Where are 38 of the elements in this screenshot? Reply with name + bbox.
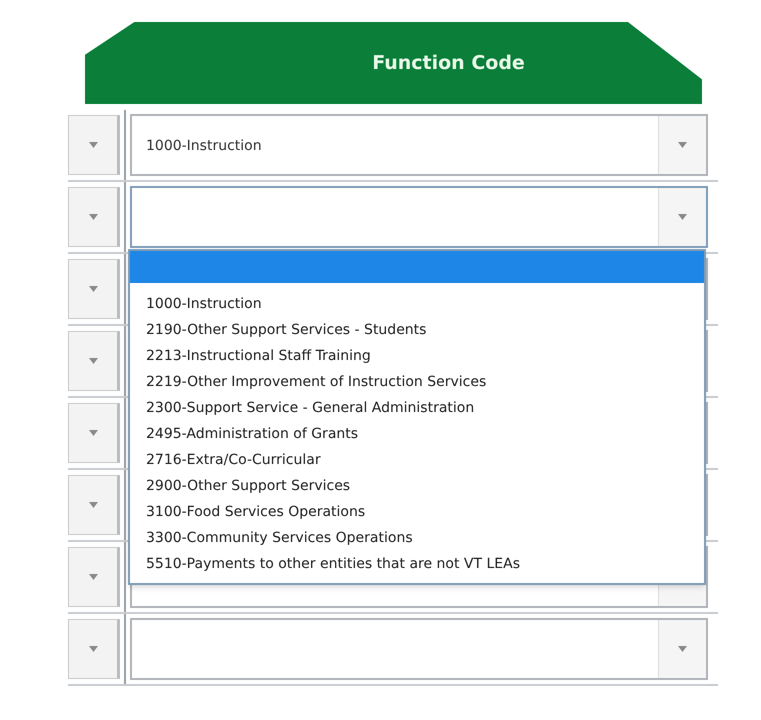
dropdown-button[interactable] [68,187,120,247]
dropdown-option[interactable]: 2716-Extra/Co-Curricular [130,447,704,473]
caret-icon [88,358,98,364]
dropdown-option[interactable]: 2190-Other Support Services - Students [130,317,704,343]
dropdown-option[interactable]: 2495-Administration of Grants [130,421,704,447]
caret-icon [678,214,687,220]
dropdown-button[interactable] [68,115,120,175]
caret-icon [88,142,98,148]
caret-icon [88,286,98,292]
combo-value: 1000-Instruction [145,138,262,154]
dropdown-button[interactable] [68,259,120,319]
caret-icon [678,646,687,652]
combo-arrow-button[interactable] [658,188,706,246]
dropdown-option[interactable]: 2900-Other Support Services [130,473,704,499]
dropdown-option[interactable]: 3100-Food Services Operations [130,499,704,525]
caret-icon [88,430,98,436]
dropdown-button[interactable] [68,475,120,535]
dropdown-button[interactable] [68,619,120,679]
dropdown-button[interactable] [68,547,120,607]
caret-icon [88,214,98,220]
caret-icon [88,646,98,652]
dropdown-button[interactable] [68,331,120,391]
caret-icon [88,502,98,508]
dropdown-option[interactable]: 2219-Other Improvement of Instruction Services [130,369,704,395]
dropdown-option[interactable]: 1000-Instruction [130,291,704,317]
dropdown-option[interactable]: 3300-Community Services Operations [130,525,704,551]
dropdown-option[interactable]: 2300-Support Service - General Administration [130,395,704,421]
dropdown-button[interactable] [68,403,120,463]
combo-arrow-button[interactable] [658,620,706,678]
combo-box[interactable] [130,186,708,248]
dropdown-option[interactable]: 5510-Payments to other entities that are not VT LEAs [130,551,704,577]
combo-box[interactable]: 1000-Instruction [130,114,708,176]
header-title: Function Code [372,50,525,76]
combo-box[interactable] [130,618,708,680]
dropdown-option[interactable]: 2213-Instructional Staff Training [130,343,704,369]
caret-icon [678,142,687,148]
caret-icon [88,574,98,580]
combo-arrow-button[interactable] [658,116,706,174]
